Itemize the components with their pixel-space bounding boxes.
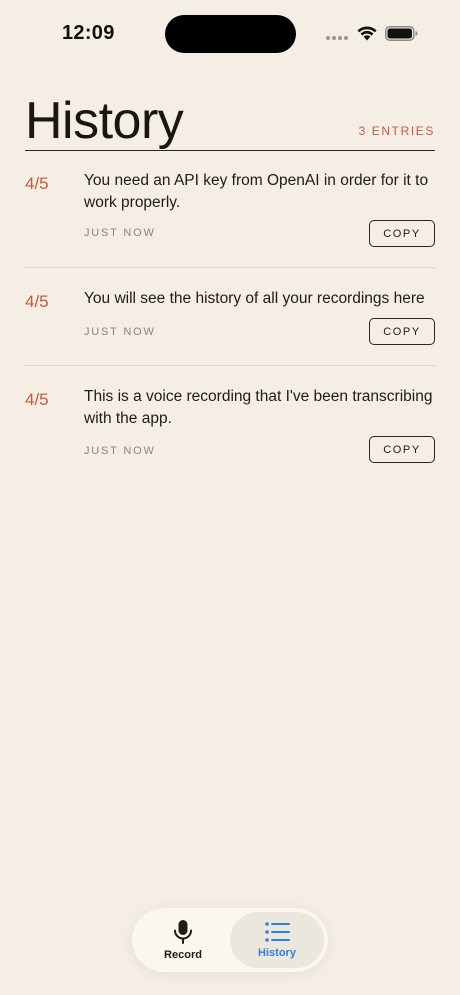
history-item-text: You need an API key from OpenAI in order… [84, 172, 429, 211]
status-time: 12:09 [62, 22, 115, 44]
dynamic-island [165, 15, 296, 53]
history-item-text: This is a voice recording that I've been… [84, 388, 433, 427]
status-bar: 12:09 [0, 0, 460, 60]
history-item: 4/5 This is a voice recording that I've … [25, 366, 435, 486]
cellular-signal-icon [326, 36, 348, 40]
history-item-time: JUST NOW [84, 227, 156, 239]
history-item-time: JUST NOW [84, 445, 156, 457]
history-item-date: 4/5 [25, 292, 49, 311]
microphone-icon [173, 919, 193, 945]
tab-history-label: History [258, 947, 296, 959]
copy-button[interactable]: COPY [369, 220, 435, 247]
entries-count: 3 ENTRIES [358, 124, 435, 138]
history-item: 4/5 You need an API key from OpenAI in o… [25, 150, 435, 268]
list-icon [264, 921, 290, 943]
history-list: 4/5 You need an API key from OpenAI in o… [25, 150, 435, 486]
history-item-text: You will see the history of all your rec… [84, 290, 425, 307]
history-item-time: JUST NOW [84, 326, 156, 338]
history-item: 4/5 You will see the history of all your… [25, 268, 435, 366]
tab-bar: Record History [132, 908, 328, 972]
page-header: History 3 ENTRIES [25, 84, 435, 151]
history-item-date: 4/5 [25, 174, 49, 193]
wifi-icon [357, 26, 377, 41]
copy-button[interactable]: COPY [369, 318, 435, 345]
tab-record-label: Record [164, 949, 202, 961]
tab-record[interactable]: Record [136, 912, 230, 968]
copy-button[interactable]: COPY [369, 436, 435, 463]
tab-history[interactable]: History [230, 912, 324, 968]
battery-icon [385, 26, 418, 41]
history-item-date: 4/5 [25, 390, 49, 409]
page-title: History [25, 92, 184, 150]
